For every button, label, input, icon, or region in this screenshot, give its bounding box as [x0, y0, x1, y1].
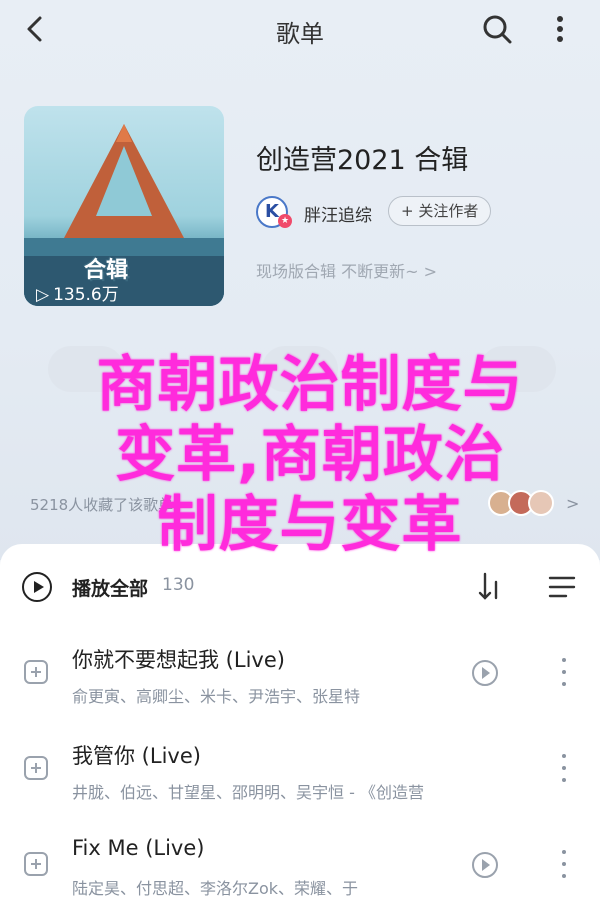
song-title: 我管你 (Live) — [72, 744, 201, 768]
more-vertical-icon[interactable] — [556, 752, 572, 784]
overlay-line: 变革,商朝政治 — [115, 420, 505, 490]
overlay-line: 商朝政治制度与 — [96, 350, 524, 420]
list-item[interactable]: 我管你 (Live) 井胧、伯远、甘望星、邵明明、吴宇恒 - 《创造营 — [0, 722, 600, 818]
more-vertical-icon[interactable] — [556, 848, 572, 880]
add-to-list-icon[interactable] — [24, 660, 48, 684]
add-to-list-icon[interactable] — [24, 756, 48, 780]
tracklist-panel: 播放全部 130 你就不要想起我 (Live) 俞更寅、高卿尘、米卡、尹浩宇、张… — [0, 544, 600, 910]
play-count: ▷ 135.6万 — [36, 285, 119, 305]
follow-button[interactable]: + 关注作者 — [388, 196, 492, 226]
add-to-list-icon[interactable] — [24, 852, 48, 876]
play-circle-icon[interactable] — [22, 572, 52, 602]
album-title: 创造营2021 合辑 — [256, 145, 469, 176]
mv-play-icon[interactable] — [472, 660, 498, 686]
song-artists: 井胧、伯远、甘望星、邵明明、吴宇恒 - 《创造营 — [72, 783, 424, 802]
play-all-label[interactable]: 播放全部 — [72, 574, 148, 601]
song-title: 你就不要想起我 (Live) — [72, 648, 285, 672]
sort-icon[interactable] — [476, 570, 504, 604]
overlay-title: 商朝政治制度与 变革,商朝政治 制度与变革 — [40, 350, 580, 560]
list-item[interactable]: Fix Me (Live) 陆定昊、付思超、李洛尔Zok、荣耀、于 — [0, 818, 600, 910]
artist-name[interactable]: 胖汪追综 — [304, 201, 372, 226]
song-artists: 俞更寅、高卿尘、米卡、尹浩宇、张星特 — [72, 687, 361, 706]
play-all-count: 130 — [162, 575, 195, 595]
top-bar: 歌单 — [0, 0, 600, 58]
song-artists: 陆定昊、付思超、李洛尔Zok、荣耀、于 — [72, 879, 359, 898]
song-title: Fix Me (Live) — [72, 836, 205, 860]
multi-select-icon[interactable] — [548, 574, 576, 600]
overlay-line: 制度与变革 — [157, 490, 463, 560]
mv-play-icon[interactable] — [472, 852, 498, 878]
search-icon[interactable] — [480, 12, 514, 46]
album-cover[interactable]: 合辑 ▷ 135.6万 — [24, 106, 224, 306]
list-item[interactable]: 你就不要想起我 (Live) 俞更寅、高卿尘、米卡、尹浩宇、张星特 — [0, 626, 600, 722]
album-description[interactable]: 现场版合辑 不断更新~ > — [256, 258, 437, 282]
play-triangle-icon: ▷ — [36, 285, 50, 305]
verified-badge-icon: ★ — [278, 214, 292, 228]
more-vertical-icon[interactable] — [548, 12, 572, 46]
more-vertical-icon[interactable] — [556, 656, 572, 688]
